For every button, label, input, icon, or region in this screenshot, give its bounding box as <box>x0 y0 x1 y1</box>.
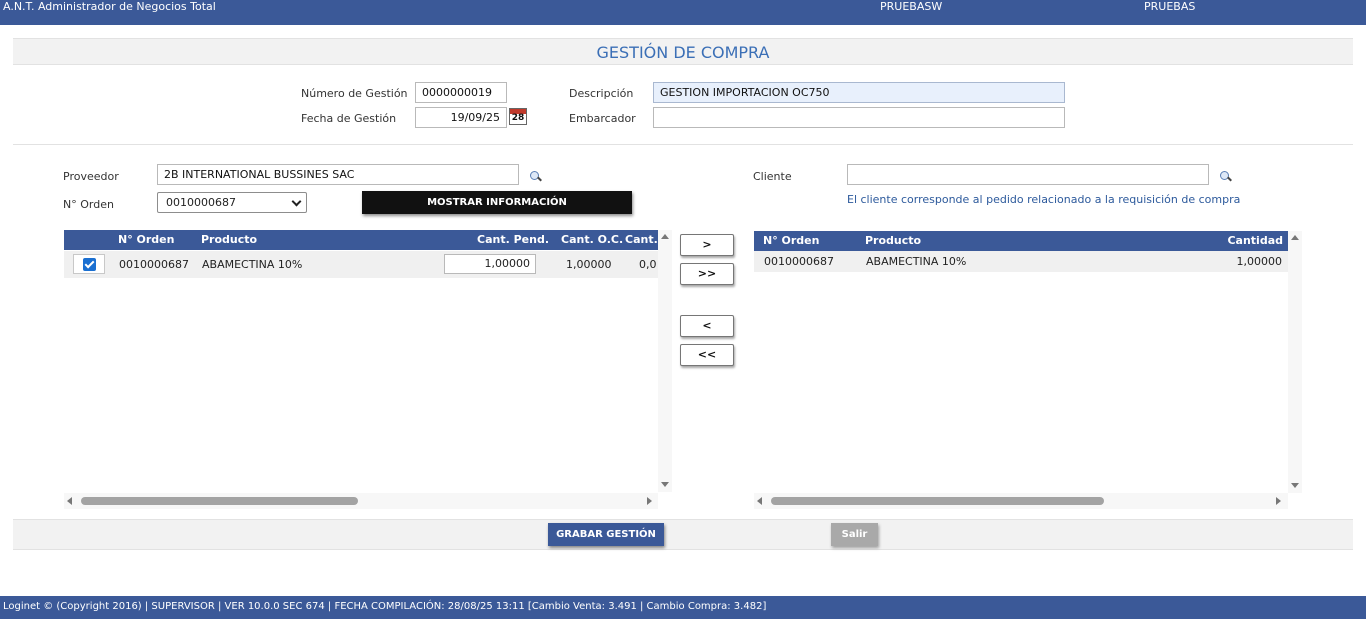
top-bar: A.N.T. Administrador de Negocios Total P… <box>0 0 1366 25</box>
scroll-thumb[interactable] <box>771 497 1104 505</box>
left-grid-vscrollbar[interactable] <box>658 230 672 492</box>
row-orden: 0010000687 <box>119 258 189 271</box>
row-cantidad: 1,00000 <box>1236 255 1283 268</box>
cant-pend-input[interactable]: 1,00000 <box>444 254 536 274</box>
action-bar <box>13 519 1353 550</box>
row-producto: ABAMECTINA 10% <box>866 255 967 268</box>
numero-gestion-label: Número de Gestión <box>301 87 408 100</box>
server-name: PRUEBASW <box>880 0 943 13</box>
col-cant-extra[interactable]: Cant. <box>625 230 658 250</box>
title-band: GESTIÓN DE COMPRA <box>13 38 1353 65</box>
grabar-gestion-button[interactable]: GRABAR GESTIÓN <box>548 523 664 546</box>
right-grid-hscrollbar[interactable] <box>754 493 1288 509</box>
move-one-button[interactable]: > <box>680 234 734 256</box>
scroll-up-icon[interactable] <box>661 234 669 239</box>
scroll-down-icon[interactable] <box>661 482 669 487</box>
scroll-up-icon[interactable] <box>1291 235 1299 240</box>
database-name: PRUEBAS <box>1144 0 1196 13</box>
col-producto[interactable]: Producto <box>201 230 257 250</box>
cliente-label: Cliente <box>753 170 792 183</box>
row-cant-oc: 1,00000 <box>566 258 612 271</box>
fecha-gestion-label: Fecha de Gestión <box>301 112 397 125</box>
embarcador-label: Embarcador <box>569 112 636 125</box>
row-orden: 0010000687 <box>764 255 834 268</box>
col-cant-pend[interactable]: Cant. Pend. <box>477 230 549 250</box>
scroll-right-icon[interactable] <box>647 497 652 505</box>
embarcador-field[interactable] <box>653 107 1065 128</box>
cliente-hint: El cliente corresponde al pedido relacio… <box>847 193 1241 206</box>
scroll-down-icon[interactable] <box>1291 483 1299 488</box>
mostrar-informacion-button[interactable]: MOSTRAR INFORMACIÓN <box>362 191 632 214</box>
col-producto[interactable]: Producto <box>865 231 921 251</box>
col-cantidad[interactable]: Cantidad <box>1227 231 1283 251</box>
left-grid-hscrollbar[interactable] <box>64 493 658 509</box>
section-divider <box>13 144 1353 145</box>
chevron-down-icon <box>291 196 302 207</box>
orden-select-value: 0010000687 <box>166 196 236 209</box>
right-grid-header: N° Orden Producto Cantidad <box>754 231 1288 251</box>
orden-label: N° Orden <box>63 198 114 211</box>
orden-select[interactable]: 0010000687 <box>157 192 307 213</box>
cliente-field[interactable] <box>847 164 1209 185</box>
table-row[interactable]: 0010000687 ABAMECTINA 10% 1,00000 <box>754 251 1288 272</box>
salir-button[interactable]: Salir <box>831 523 878 546</box>
scroll-thumb[interactable] <box>81 497 358 505</box>
col-orden[interactable]: N° Orden <box>118 230 174 250</box>
descripcion-field[interactable]: GESTION IMPORTACION OC750 <box>653 82 1065 103</box>
numero-gestion-field[interactable]: 0000000019 <box>415 82 507 103</box>
page-title: GESTIÓN DE COMPRA <box>596 43 770 62</box>
app-title: A.N.T. Administrador de Negocios Total <box>3 0 216 13</box>
fecha-gestion-field[interactable]: 19/09/25 <box>415 107 507 128</box>
col-cant-oc[interactable]: Cant. O.C. <box>561 230 623 250</box>
calendar-icon[interactable]: 28 <box>509 108 527 125</box>
descripcion-label: Descripción <box>569 87 634 100</box>
scroll-left-icon[interactable] <box>67 497 72 505</box>
proveedor-search-icon[interactable] <box>529 170 543 184</box>
row-producto: ABAMECTINA 10% <box>202 258 303 271</box>
table-row[interactable]: 0010000687 ABAMECTINA 10% 1,00000 1,0000… <box>64 251 658 278</box>
back-one-button[interactable]: < <box>680 315 734 337</box>
back-all-button[interactable]: << <box>680 344 734 366</box>
proveedor-field[interactable]: 2B INTERNATIONAL BUSSINES SAC <box>157 164 519 185</box>
row-cant-extra: 0,0 <box>639 258 657 271</box>
scroll-right-icon[interactable] <box>1276 497 1281 505</box>
right-grid-vscrollbar[interactable] <box>1288 231 1302 493</box>
footer-status: Loginet © (Copyright 2016) | SUPERVISOR … <box>0 596 1366 619</box>
proveedor-label: Proveedor <box>63 170 119 183</box>
cliente-search-icon[interactable] <box>1219 170 1233 184</box>
move-all-button[interactable]: >> <box>680 263 734 285</box>
row-checkbox[interactable] <box>73 254 105 274</box>
left-grid-header: N° Orden Producto Cant. Pend. Cant. O.C.… <box>64 230 658 250</box>
scroll-left-icon[interactable] <box>757 497 762 505</box>
col-orden[interactable]: N° Orden <box>763 231 819 251</box>
